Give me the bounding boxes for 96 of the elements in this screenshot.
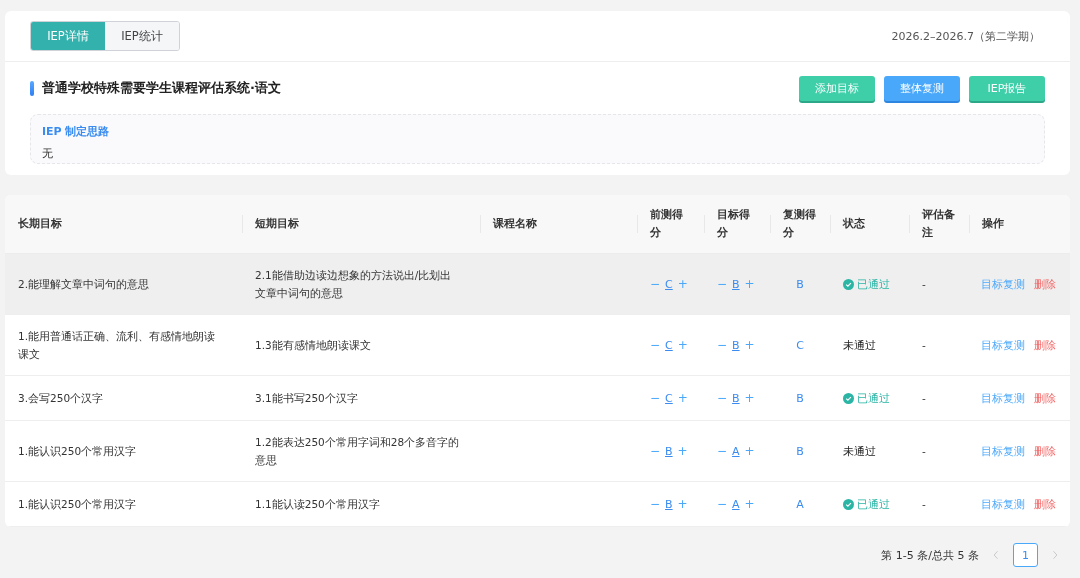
increase-button[interactable]: + — [677, 277, 688, 291]
table-row[interactable]: 1.能认识250个常用汉字 1.1能认读250个常用汉字 − B + − A + A 已通过 - 目标复测 删除 — [5, 482, 1070, 527]
column-header: 操作 — [982, 216, 1004, 232]
check-circle-icon — [843, 392, 854, 404]
thinking-text: 无 — [42, 146, 54, 161]
decrease-button[interactable]: − — [717, 338, 728, 352]
delete-link[interactable]: 删除 — [1034, 496, 1056, 512]
check-circle-icon — [843, 498, 854, 510]
increase-button[interactable]: + — [744, 277, 755, 291]
retest-link[interactable]: 目标复测 — [981, 496, 1025, 512]
page-title: 普通学校特殊需要学生课程评估系统·语文 — [42, 79, 281, 97]
decrease-button[interactable]: − — [650, 391, 661, 405]
score-link[interactable]: B — [665, 444, 673, 458]
increase-button[interactable]: + — [744, 497, 755, 511]
note-cell-text: - — [922, 277, 926, 292]
table-row[interactable]: 2.能理解文章中词句的意思 2.1能借助边读边想象的方法说出/比划出文章中词句的意思 − C + − B + B 已通过 - 目标复测 删除 — [5, 254, 1070, 315]
decrease-button[interactable]: − — [717, 497, 728, 511]
score-link[interactable]: B — [665, 497, 673, 511]
status-text: 已通过 — [857, 496, 890, 512]
column-header: 长期目标 — [18, 216, 62, 232]
table-row[interactable]: 1.能认识250个常用汉字 1.2能表达250个常用字词和28个多音字的意思 − B + − A + B 未通过 - 目标复测 删除 — [5, 421, 1070, 482]
note-cell-text: - — [922, 444, 926, 459]
decrease-button[interactable]: − — [650, 277, 661, 291]
title-accent-bar — [30, 80, 34, 96]
status-text: 已通过 — [857, 390, 890, 406]
status-text: 已通过 — [857, 276, 890, 292]
column-header: 课程名称 — [493, 216, 537, 232]
short-goal-cell-text: 2.1能借助边读边想象的方法说出/比划出文章中词句的意思 — [255, 268, 453, 301]
delete-link[interactable]: 删除 — [1034, 337, 1056, 353]
retest-score: B — [796, 277, 804, 291]
short-goal-cell-text: 1.2能表达250个常用字词和28个多音字的意思 — [255, 435, 460, 468]
next-page-icon[interactable] — [1052, 550, 1058, 560]
delete-link[interactable]: 删除 — [1034, 390, 1056, 406]
retest-score: A — [796, 497, 804, 511]
action-button[interactable]: 添加目标 — [799, 75, 875, 101]
decrease-button[interactable]: − — [650, 497, 661, 511]
score-link[interactable]: A — [732, 497, 740, 511]
short-goal-cell-text: 1.1能认读250个常用汉字 — [255, 497, 380, 512]
delete-link[interactable]: 删除 — [1034, 276, 1056, 292]
column-header: 评估备注 — [922, 207, 956, 241]
previous-page-icon[interactable] — [993, 550, 999, 560]
action-button[interactable]: IEP报告 — [969, 75, 1045, 101]
decrease-button[interactable]: − — [717, 391, 728, 405]
increase-button[interactable]: + — [744, 444, 755, 458]
column-header: 目标得分 — [717, 207, 751, 241]
score-link[interactable]: B — [732, 391, 740, 405]
status-text: 未通过 — [843, 337, 876, 353]
decrease-button[interactable]: − — [650, 338, 661, 352]
retest-score: B — [796, 444, 804, 458]
decrease-button[interactable]: − — [650, 444, 661, 458]
increase-button[interactable]: + — [677, 497, 688, 511]
increase-button[interactable]: + — [677, 444, 688, 458]
retest-link[interactable]: 目标复测 — [981, 337, 1025, 353]
retest-link[interactable]: 目标复测 — [981, 390, 1025, 406]
page-button[interactable]: 1 — [1013, 543, 1038, 567]
thinking-label: IEP 制定思路 — [42, 124, 111, 139]
score-link[interactable]: B — [732, 338, 740, 352]
retest-score: C — [796, 338, 804, 352]
long-goal-cell-text: 3.会写250个汉字 — [18, 391, 104, 406]
tab[interactable]: IEP统计 — [105, 22, 179, 50]
increase-button[interactable]: + — [677, 391, 688, 405]
decrease-button[interactable]: − — [717, 277, 728, 291]
retest-link[interactable]: 目标复测 — [981, 443, 1025, 459]
long-goal-cell-text: 2.能理解文章中词句的意思 — [18, 277, 150, 292]
increase-button[interactable]: + — [744, 338, 755, 352]
check-circle-icon — [843, 278, 854, 290]
score-link[interactable]: B — [732, 277, 740, 291]
column-header: 前测得分 — [650, 207, 684, 241]
column-header: 短期目标 — [255, 216, 299, 232]
score-link[interactable]: C — [665, 277, 673, 291]
note-cell-text: - — [922, 497, 926, 512]
status-text: 未通过 — [843, 443, 876, 459]
column-header: 状态 — [843, 216, 865, 232]
retest-link[interactable]: 目标复测 — [981, 276, 1025, 292]
retest-score: B — [796, 391, 804, 405]
note-cell-text: - — [922, 338, 926, 353]
table-row[interactable]: 3.会写250个汉字 3.1能书写250个汉字 − C + − B + B 已通过 - 目标复测 删除 — [5, 376, 1070, 421]
long-goal-cell-text: 1.能认识250个常用汉字 — [18, 497, 137, 512]
short-goal-cell-text: 3.1能书写250个汉字 — [255, 391, 358, 406]
tab[interactable]: IEP详情 — [31, 22, 105, 50]
long-goal-cell-text: 1.能认识250个常用汉字 — [18, 444, 137, 459]
table-row[interactable]: 1.能用普通话正确、流利、有感情地朗读课文 1.3能有感情地朗读课文 − C + − B + C 未通过 - 目标复测 删除 — [5, 315, 1070, 376]
short-goal-cell-text: 1.3能有感情地朗读课文 — [255, 338, 371, 353]
pagination-summary: 第 1-5 条/总共 5 条 — [881, 547, 979, 563]
increase-button[interactable]: + — [677, 338, 688, 352]
score-link[interactable]: A — [732, 444, 740, 458]
score-link[interactable]: C — [665, 338, 673, 352]
increase-button[interactable]: + — [744, 391, 755, 405]
delete-link[interactable]: 删除 — [1034, 443, 1056, 459]
decrease-button[interactable]: − — [717, 444, 728, 458]
note-cell-text: - — [922, 391, 926, 406]
action-button[interactable]: 整体复测 — [884, 75, 960, 101]
column-header: 复测得分 — [783, 207, 817, 241]
term-text: 2026.2–2026.7（第二学期） — [891, 28, 1040, 44]
long-goal-cell-text: 1.能用普通话正确、流利、有感情地朗读课文 — [18, 329, 217, 362]
score-link[interactable]: C — [665, 391, 673, 405]
